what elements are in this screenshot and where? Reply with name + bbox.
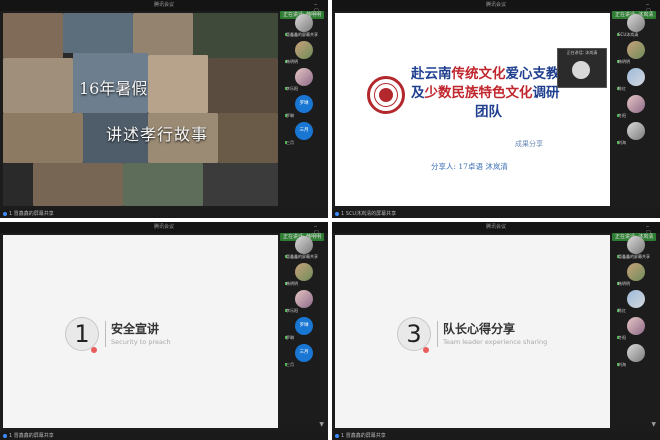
participant-item[interactable]: 韩明明 (614, 262, 658, 286)
scroll-down-icon[interactable]: ▼ (651, 421, 656, 428)
avatar (627, 122, 645, 140)
participant-item[interactable]: 陈红 (614, 67, 658, 91)
participant-list: SCU沐岚清 韩明明 陈红 冬阳 刘海 (614, 13, 658, 207)
presentation-slide: 赴云南传统文化爱心支教 及少数民族特色文化调研 团队 成果分享 分享人: 17卓… (335, 13, 610, 206)
window-title: 腾讯会议 (153, 2, 174, 8)
meeting-window-3: 腾讯会议 ‒ □ × 正在讲话: 韩明明 1 安全宣讲 Security to … (0, 222, 328, 440)
window-title: 腾讯会议 (153, 224, 174, 230)
section-number: 3 (397, 317, 431, 351)
share-icon (3, 211, 7, 216)
avatar (627, 95, 645, 113)
participant-item[interactable]: 韩明明 (282, 262, 326, 286)
avatar: 三月 (295, 344, 313, 362)
participant-item[interactable]: 罗琳 罗琳 (282, 316, 326, 340)
avatar: 罗琳 (295, 95, 313, 113)
participant-item[interactable]: 陈红 (614, 289, 658, 313)
avatar (627, 344, 645, 362)
avatar (295, 41, 313, 59)
participant-item[interactable]: 冒鑫鑫的屏幕共享 (282, 235, 326, 259)
slide-subtitle: 成果分享 (515, 140, 543, 148)
avatar: 罗琳 (295, 317, 313, 335)
avatar (295, 68, 313, 86)
participant-item[interactable]: 罗琳 罗琳 (282, 94, 326, 118)
avatar (627, 263, 645, 281)
self-view-video[interactable]: 正在讲话: 沐岚清 (557, 48, 607, 88)
window-titlebar: 腾讯会议 ‒ □ × (0, 222, 328, 242)
share-icon (335, 211, 339, 216)
participant-list: 冒鑫鑫的屏幕共享 韩明明 李乐阳 罗琳 罗琳 三月 三月 (282, 13, 326, 207)
avatar: 三月 (295, 122, 313, 140)
avatar (295, 14, 313, 32)
window-controls[interactable]: ‒ □ × (314, 224, 326, 242)
meeting-window-4: 腾讯会议 ‒ □ × 正在讲话: 沐岚清 3 队长心得分享 Team leade… (332, 222, 660, 440)
window-titlebar: 腾讯会议 ‒ □ × (332, 0, 660, 20)
meeting-window-2: 腾讯会议 ‒ □ × 正在讲话: 沐岚清 赴云南传统文化爱心支教 及少数民族特色… (332, 0, 660, 218)
section-subtitle: Team leader experience sharing (443, 338, 548, 346)
avatar (572, 61, 590, 79)
window-title: 腾讯会议 (485, 224, 506, 230)
divider (437, 321, 438, 347)
photo-collage (3, 13, 278, 206)
avatar (627, 236, 645, 254)
participant-item[interactable]: 冬阳 (614, 316, 658, 340)
divider (105, 321, 106, 347)
university-seal-icon (367, 76, 405, 114)
participant-item[interactable]: 冒鑫鑫的屏幕共享 (614, 235, 658, 259)
window-controls[interactable]: ‒ □ × (646, 2, 658, 20)
status-bar: 1 冒鑫鑫的屏幕共享 (0, 431, 328, 440)
presentation-slide: 1 安全宣讲 Security to preach (3, 235, 278, 428)
scroll-down-icon[interactable]: ▼ (319, 421, 324, 428)
window-controls[interactable]: ‒ □ × (646, 224, 658, 242)
participant-item[interactable]: SCU沐岚清 (614, 13, 658, 37)
participant-item[interactable]: 冬阳 (614, 94, 658, 118)
slide-title-line1: 16年暑假 (79, 79, 148, 98)
accent-dot (423, 347, 429, 353)
shared-screen: 3 队长心得分享 Team leader experience sharing (335, 235, 610, 428)
meeting-window-1: 腾讯会议 ‒ □ × 正在讲话: 韩明明 16年暑假 讲述孝行故事 冒鑫鑫的屏幕… (0, 0, 328, 218)
section-heading: 队长心得分享 (443, 322, 516, 336)
avatar (295, 263, 313, 281)
participant-item[interactable]: 冒鑫鑫的屏幕共享 (282, 13, 326, 37)
window-controls[interactable]: ‒ □ × (314, 2, 326, 20)
window-titlebar: 腾讯会议 ‒ □ × (0, 0, 328, 20)
share-icon (335, 433, 339, 438)
participant-list: 冒鑫鑫的屏幕共享 韩明明 李乐阳 罗琳 罗琳 三月 三月 (282, 235, 326, 429)
share-icon (3, 433, 7, 438)
section-number: 1 (65, 317, 99, 351)
slide-title-line2: 讲述孝行故事 (106, 125, 209, 144)
participant-item[interactable]: 三月 三月 (282, 121, 326, 145)
accent-dot (91, 347, 97, 353)
presenter-line: 分享人: 17卓语 沐岚清 (431, 162, 508, 171)
participant-item[interactable]: 三月 三月 (282, 343, 326, 367)
participant-item[interactable]: 韩明明 (614, 40, 658, 64)
participant-item[interactable]: 李乐阳 (282, 67, 326, 91)
participant-list: 冒鑫鑫的屏幕共享 韩明明 陈红 冬阳 刘海 (614, 235, 658, 429)
avatar (627, 290, 645, 308)
participant-item[interactable]: 李乐阳 (282, 289, 326, 313)
shared-screen: 16年暑假 讲述孝行故事 (3, 13, 278, 206)
status-bar: 1 SCU沐岚清的屏幕共享 (332, 209, 660, 218)
window-title: 腾讯会议 (485, 2, 506, 8)
avatar (627, 68, 645, 86)
avatar (627, 41, 645, 59)
presentation-slide: 3 队长心得分享 Team leader experience sharing (335, 235, 610, 428)
shared-screen: 1 安全宣讲 Security to preach (3, 235, 278, 428)
status-bar: 1 冒鑫鑫的屏幕共享 (332, 431, 660, 440)
avatar (627, 14, 645, 32)
avatar (295, 290, 313, 308)
status-bar: 1 冒鑫鑫的屏幕共享 (0, 209, 328, 218)
avatar (295, 236, 313, 254)
window-titlebar: 腾讯会议 ‒ □ × (332, 222, 660, 242)
section-subtitle: Security to preach (111, 338, 171, 346)
section-heading: 安全宣讲 (111, 322, 160, 336)
avatar (627, 317, 645, 335)
participant-item[interactable]: 韩明明 (282, 40, 326, 64)
shared-screen: 赴云南传统文化爱心支教 及少数民族特色文化调研 团队 成果分享 分享人: 17卓… (335, 13, 610, 206)
participant-item[interactable]: 刘海 (614, 343, 658, 367)
participant-item[interactable]: 刘海 (614, 121, 658, 145)
